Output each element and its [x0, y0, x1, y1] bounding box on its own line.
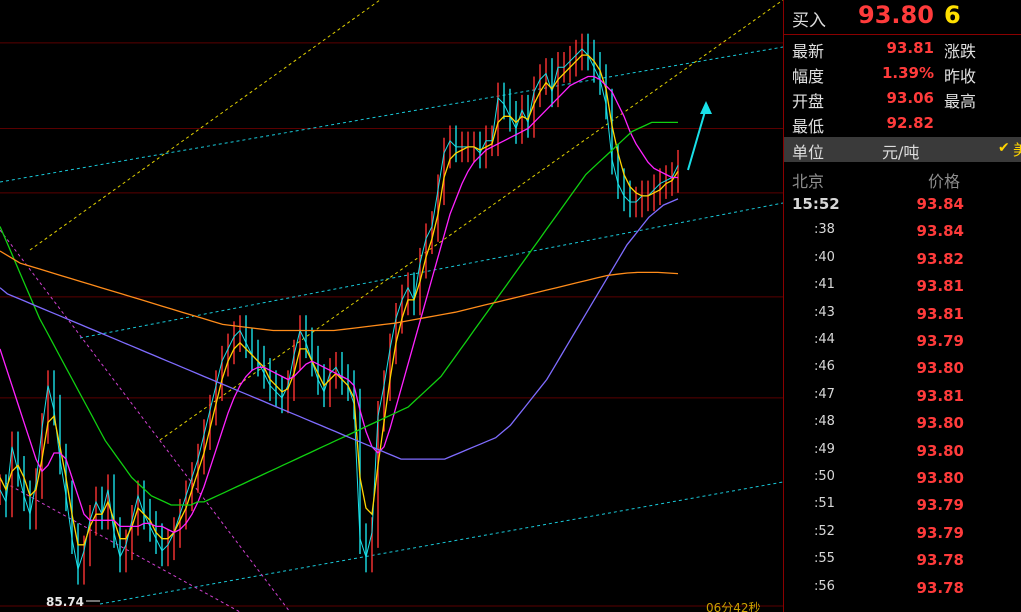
tick-row: :49 93.80	[784, 442, 1021, 469]
tick-time: :41	[814, 277, 835, 293]
tick-row: 15:52 93.84	[784, 195, 1021, 222]
tick-row: :41 93.81	[784, 277, 1021, 304]
unit-bar[interactable]: 单位 元/吨 ✔ 美	[784, 137, 1021, 162]
bid-label: 买入	[792, 11, 826, 31]
stat-label-low: 最低	[792, 117, 825, 136]
tick-row: :43 93.81	[784, 305, 1021, 332]
tick-price: 93.79	[916, 332, 964, 350]
tick-price: 93.81	[916, 386, 964, 405]
countdown-label: 06分42秒	[706, 601, 761, 612]
tick-row: :48 93.80	[784, 414, 1021, 441]
series-line	[0, 198, 679, 460]
trend-arrow	[687, 107, 707, 171]
channel-line	[0, 46, 783, 183]
tick-time: :51	[814, 496, 835, 512]
tick-row: :38 93.84	[784, 222, 1021, 249]
stat-label-high: 最高	[944, 92, 977, 111]
tick-time: :47	[814, 386, 835, 402]
tick-time: :55	[814, 551, 835, 567]
channel-line	[99, 481, 783, 605]
tick-price: 93.80	[916, 414, 964, 433]
series-line	[0, 121, 678, 506]
stat-value-latest: 93.81	[886, 39, 934, 57]
tick-time: :38	[814, 222, 835, 238]
tick-row: :56 93.78	[784, 579, 1021, 606]
tick-price: 93.79	[916, 496, 964, 515]
tick-time: :44	[814, 332, 835, 347]
tick-row: :46 93.80	[784, 359, 1021, 386]
divider	[784, 34, 1021, 35]
low-price-label: 85.74	[46, 595, 84, 609]
stat-label-open: 开盘	[792, 92, 825, 111]
tick-time: :48	[814, 414, 835, 430]
tick-time: :50	[814, 469, 835, 484]
tick-price: 93.80	[916, 359, 964, 378]
tick-row: :51 93.79	[784, 496, 1021, 523]
stat-value-range: 1.39%	[881, 64, 934, 82]
stat-value-low: 92.82	[886, 114, 934, 132]
tick-price: 93.84	[916, 195, 964, 213]
tick-price: 93.80	[916, 469, 964, 487]
tick-time: :52	[814, 523, 835, 539]
series-line	[0, 75, 678, 534]
currency-option[interactable]: 美	[1013, 139, 1021, 160]
price-chart: 85.74 06分42秒	[0, 0, 783, 612]
tick-price: 93.80	[916, 441, 964, 460]
stat-value-open: 93.06	[886, 89, 934, 107]
unit-label: 单位	[792, 143, 825, 162]
stat-label-prev-close: 昨收	[944, 67, 977, 86]
tick-price: 93.79	[916, 523, 964, 542]
channel-line	[159, 0, 783, 441]
tick-row: :40 93.82	[784, 250, 1021, 277]
tick-row: :47 93.81	[784, 387, 1021, 414]
bid-volume: 6	[944, 1, 961, 29]
tick-price: 93.81	[916, 304, 964, 323]
tick-price: 93.78	[916, 578, 964, 597]
quote-panel: 买入 93.80 6 最新 93.81 涨跌 幅度 1.39% 昨收 开盘 93…	[783, 0, 1021, 612]
bid-price: 93.80	[858, 1, 934, 29]
stat-label-change: 涨跌	[944, 42, 977, 61]
ticks-header-price: 价格	[928, 172, 961, 191]
tick-time: :46	[814, 359, 835, 375]
tick-row: :44 93.79	[784, 332, 1021, 359]
stat-label-latest: 最新	[792, 42, 825, 61]
tick-time: :43	[814, 304, 835, 320]
tick-price: 93.81	[916, 277, 964, 296]
tick-time: :49	[814, 441, 835, 457]
tick-time: :40	[814, 249, 835, 265]
series-line	[0, 250, 679, 332]
tick-price: 93.82	[916, 249, 964, 268]
stat-label-range: 幅度	[792, 67, 825, 86]
tick-row: :52 93.79	[784, 524, 1021, 551]
tick-row: :55 93.78	[784, 551, 1021, 578]
unit-value: 元/吨	[882, 143, 920, 162]
trend-arrow-head	[700, 101, 712, 114]
tick-price: 93.78	[916, 551, 964, 570]
channel-line	[29, 0, 381, 251]
tick-price: 93.84	[916, 222, 964, 241]
check-icon[interactable]: ✔	[998, 140, 1010, 156]
tick-row: :50 93.80	[784, 469, 1021, 496]
tick-time: :56	[814, 578, 835, 594]
ticks-header-place: 北京	[792, 172, 825, 191]
tick-time: 15:52	[792, 195, 840, 213]
